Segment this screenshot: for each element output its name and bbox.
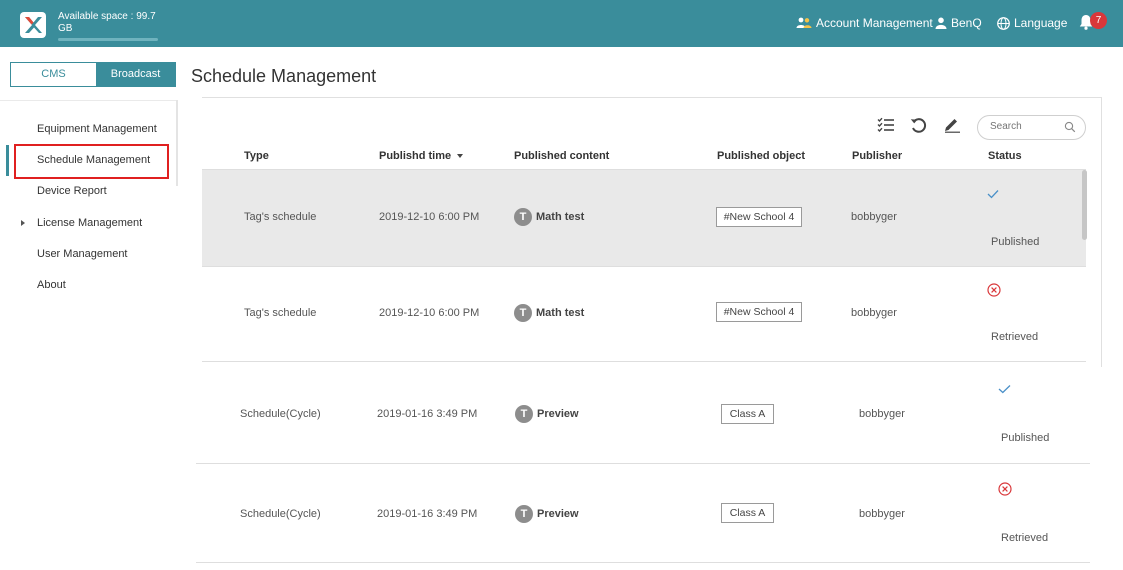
row-published-object[interactable]: #New School 4 <box>716 207 802 227</box>
cms-tab[interactable]: CMS <box>11 63 96 86</box>
sidebar-item-user-management[interactable]: User Management <box>37 248 128 260</box>
edit-icon[interactable] <box>943 117 961 133</box>
mode-toggle: CMS Broadcast <box>10 62 176 87</box>
account-management-label: Account Management <box>816 16 933 30</box>
column-header-publisher: Publisher <box>852 150 903 162</box>
sidebar-item-license-management[interactable]: License Management <box>37 217 142 229</box>
row-type: Schedule(Cycle) <box>240 508 321 520</box>
page-title: Schedule Management <box>191 66 377 86</box>
language-label: Language <box>1014 16 1068 30</box>
template-icon: T <box>514 208 532 226</box>
row-publish-time: 2019-12-10 6:00 PM <box>379 307 480 319</box>
globe-icon <box>997 16 1010 30</box>
row-published-content[interactable]: T Math test <box>514 208 584 226</box>
broadcast-tab[interactable]: Broadcast <box>96 63 175 86</box>
row-status: Retrieved <box>991 331 1039 343</box>
table-row[interactable] <box>202 267 1086 361</box>
row-divider <box>202 169 1086 170</box>
row-content-label: Preview <box>537 408 579 420</box>
row-status: Retrieved <box>1001 532 1049 544</box>
template-icon: T <box>514 304 532 322</box>
sort-down-icon[interactable] <box>457 154 464 159</box>
column-header-status: Status <box>988 150 1022 162</box>
sidebar-divider <box>0 100 178 101</box>
refresh-icon[interactable] <box>910 117 928 134</box>
row-publisher: bobbyger <box>859 408 905 420</box>
check-icon <box>987 190 999 199</box>
retrieved-circle-x-icon <box>998 482 1012 496</box>
row-published-object[interactable]: #New School 4 <box>716 302 802 322</box>
sidebar-border <box>176 100 178 186</box>
account-management-link[interactable]: Account Management <box>796 16 933 30</box>
language-menu[interactable]: Language <box>997 16 1067 30</box>
sidebar-item-equipment-management[interactable]: Equipment Management <box>37 123 157 135</box>
available-space-bar <box>58 38 158 41</box>
notification-badge: 7 <box>1090 12 1107 29</box>
row-divider <box>202 361 1086 362</box>
row-publish-time: 2019-12-10 6:00 PM <box>379 211 480 223</box>
column-header-publish-time[interactable]: Publishd time <box>379 150 464 162</box>
row-type: Tag's schedule <box>244 307 317 319</box>
user-menu[interactable]: BenQ <box>935 16 982 30</box>
scrollbar-thumb[interactable] <box>1082 170 1087 240</box>
sidebar-item-about[interactable]: About <box>37 279 66 291</box>
template-icon: T <box>515 405 533 423</box>
chevron-right-icon[interactable] <box>21 220 25 226</box>
search-input[interactable] <box>990 121 1060 132</box>
sidebar-item-device-report[interactable]: Device Report <box>37 185 107 197</box>
available-space-label: Available space : 99.7 GB <box>58 11 156 34</box>
search-box <box>977 115 1086 140</box>
table-row[interactable] <box>202 170 1086 266</box>
template-icon: T <box>515 505 533 523</box>
column-header-published-object: Published object <box>717 150 806 162</box>
row-publish-time: 2019-01-16 3:49 PM <box>377 408 478 420</box>
retrieved-circle-x-icon <box>987 283 1001 297</box>
users-icon <box>796 17 812 28</box>
row-published-object[interactable]: Class A <box>721 404 774 424</box>
row-content-label: Preview <box>537 508 579 520</box>
row-type: Schedule(Cycle) <box>240 408 321 420</box>
column-header-type: Type <box>244 150 269 162</box>
table-row[interactable] <box>196 366 1090 462</box>
app-logo[interactable] <box>20 12 46 38</box>
row-publish-time: 2019-01-16 3:49 PM <box>377 508 478 520</box>
checklist-icon[interactable] <box>877 117 895 133</box>
row-content-label: Math test <box>536 307 585 319</box>
row-content-label: Math test <box>536 211 585 223</box>
row-publisher: bobbyger <box>851 307 897 319</box>
search-icon[interactable] <box>1064 121 1076 133</box>
row-publisher: bobbyger <box>851 211 897 223</box>
row-status: Published <box>991 236 1040 248</box>
top-bar: Available space : 99.7 GB Account Manage… <box>0 0 1123 47</box>
panel-border-right <box>1101 97 1102 367</box>
check-icon <box>998 385 1011 394</box>
row-status: Published <box>1001 432 1050 444</box>
row-published-object[interactable]: Class A <box>721 503 774 523</box>
row-published-content[interactable]: T Preview <box>515 405 579 423</box>
column-header-publish-time-label: Publishd time <box>379 150 452 162</box>
row-publisher: bobbyger <box>859 508 905 520</box>
sidebar-active-indicator <box>6 145 9 176</box>
panel-border <box>202 97 1102 98</box>
row-published-content[interactable]: T Math test <box>514 304 584 322</box>
row-published-content[interactable]: T Preview <box>515 505 579 523</box>
row-type: Tag's schedule <box>244 211 317 223</box>
row-divider <box>196 562 1090 563</box>
user-icon <box>935 17 947 29</box>
table-row[interactable] <box>196 464 1090 562</box>
column-header-published-content: Published content <box>514 150 610 162</box>
user-name: BenQ <box>951 16 982 30</box>
sidebar-item-schedule-management[interactable]: Schedule Management <box>37 154 150 166</box>
